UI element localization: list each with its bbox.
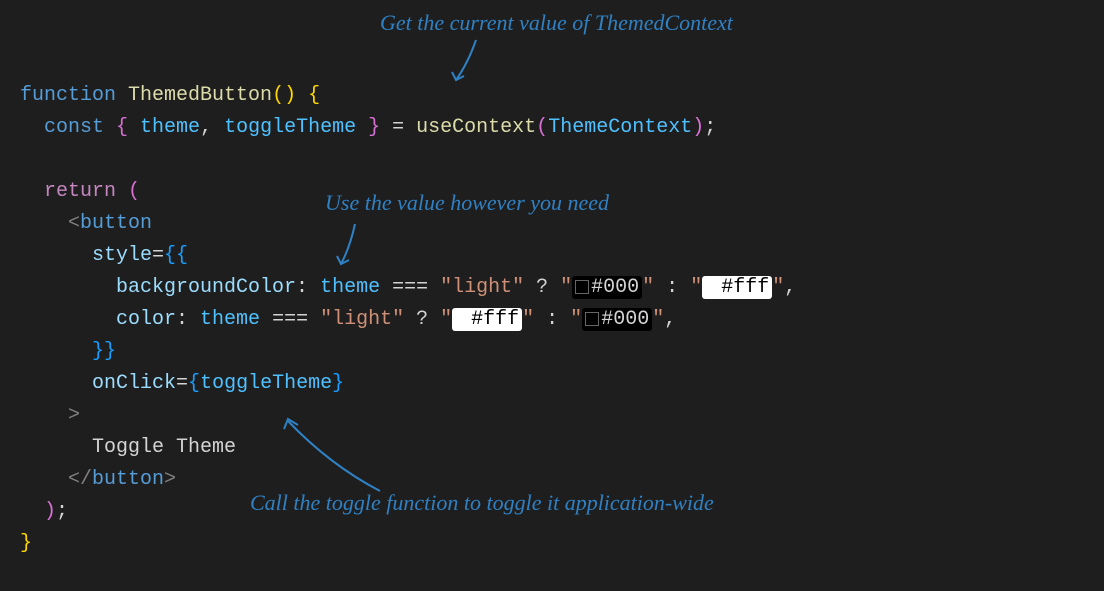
code-line-4: return ( — [20, 176, 1084, 208]
code-block: function ThemedButton() { const { theme,… — [20, 80, 1084, 560]
code-line-8: color: theme === "light" ? "#fff" : "#00… — [20, 304, 1084, 336]
code-line-1: function ThemedButton() { — [20, 80, 1084, 112]
code-line-10: onClick={toggleTheme} — [20, 368, 1084, 400]
annotation-top: Get the current value of ThemedContext — [380, 10, 733, 36]
code-line-6: style={{ — [20, 240, 1084, 272]
code-line-15: } — [20, 528, 1084, 560]
code-line-13: </button> — [20, 464, 1084, 496]
code-line-11: > — [20, 400, 1084, 432]
code-line-9: }} — [20, 336, 1084, 368]
code-line-14: ); — [20, 496, 1084, 528]
code-line-7: backgroundColor: theme === "light" ? "#0… — [20, 272, 1084, 304]
code-line-5: <button — [20, 208, 1084, 240]
code-line-12: Toggle Theme — [20, 432, 1084, 464]
code-line-3 — [20, 144, 1084, 176]
code-line-2: const { theme, toggleTheme } = useContex… — [20, 112, 1084, 144]
